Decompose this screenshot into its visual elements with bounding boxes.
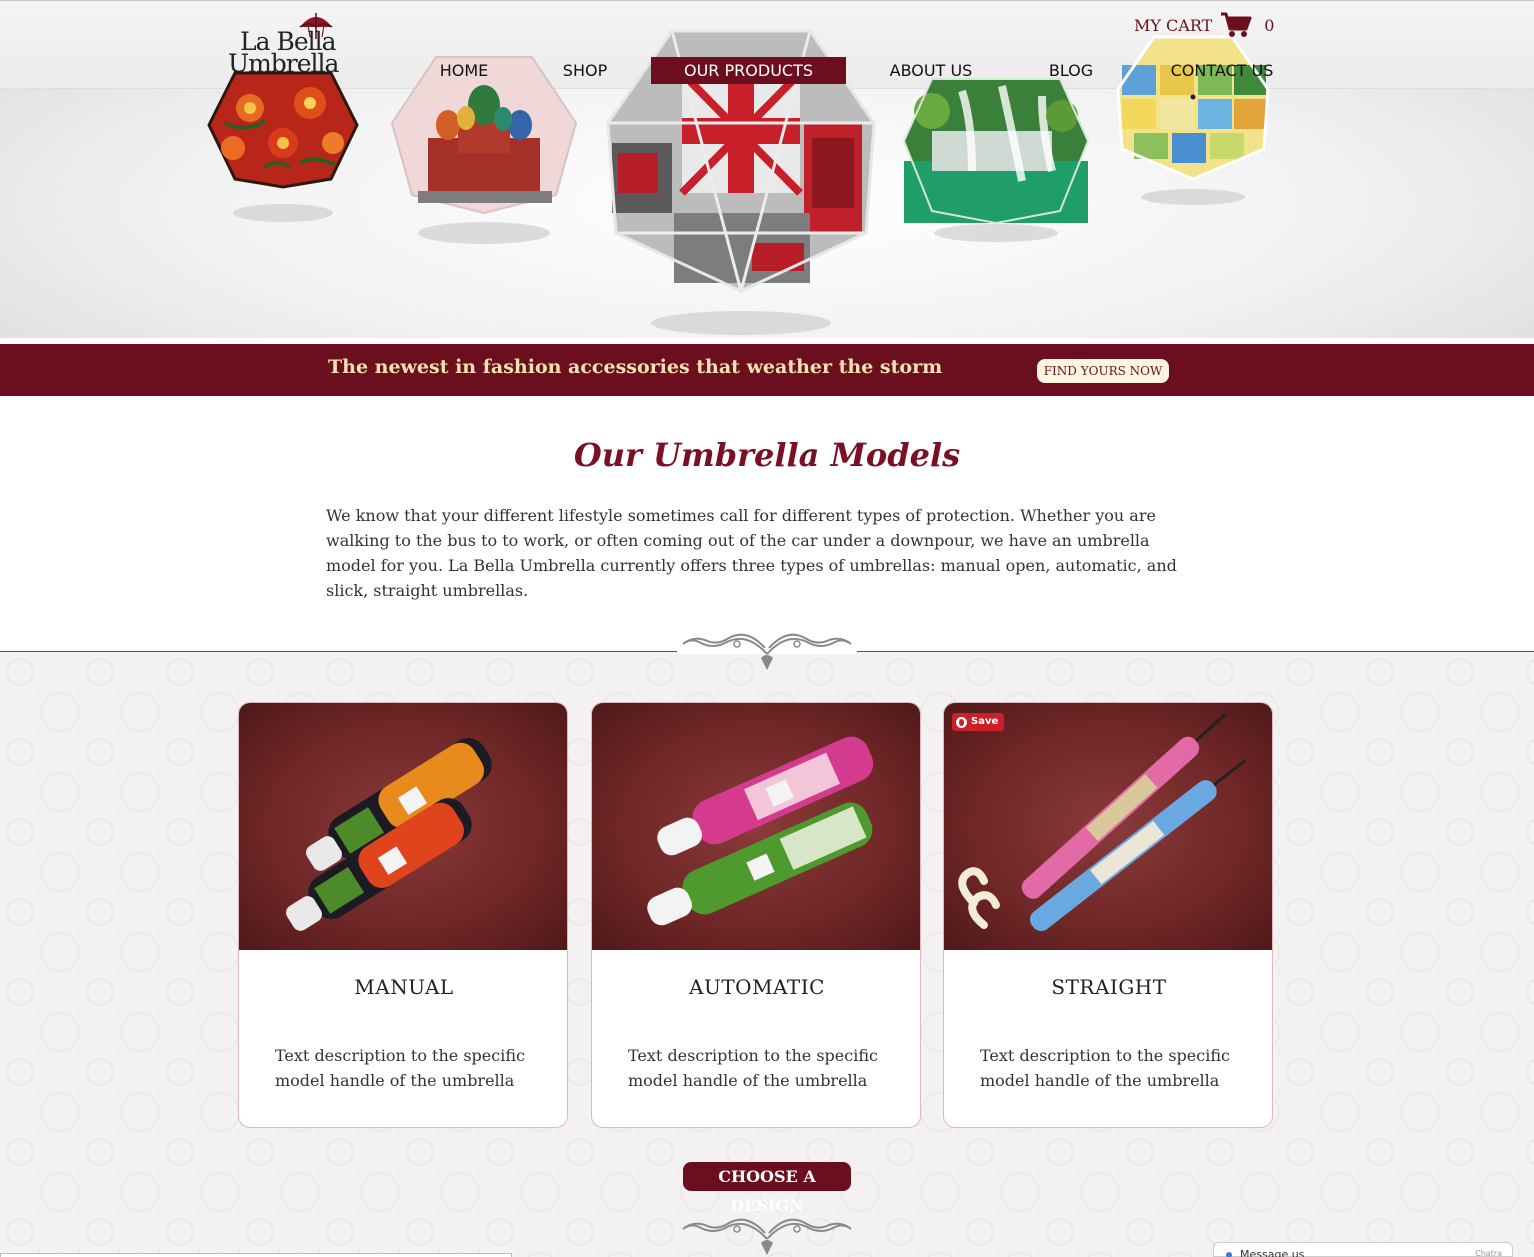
- cart-label: MY CART: [1134, 15, 1213, 35]
- chat-brand: Chatra: [1475, 1249, 1502, 1257]
- hero-umbrella-floral: [205, 63, 361, 233]
- nav-home[interactable]: HOME: [424, 57, 504, 84]
- hero-umbrella-waterfall: [902, 71, 1090, 251]
- pinterest-save-label: Save: [971, 716, 999, 727]
- logo-text-bottom: Umbrella: [228, 49, 339, 78]
- ornament-divider-top: [677, 628, 857, 672]
- nav-shop[interactable]: SHOP: [546, 57, 624, 84]
- banner-tagline: The newest in fashion accessories that w…: [328, 356, 943, 378]
- product-card-automatic[interactable]: AUTOMATIC Text description to the specif…: [591, 702, 921, 1128]
- nav-blog[interactable]: BLOG: [1034, 57, 1108, 84]
- site-logo[interactable]: La Bella Umbrella: [226, 11, 356, 78]
- bottom-left-widget[interactable]: [0, 1253, 512, 1257]
- card-description: Text description to the specific model h…: [275, 1046, 525, 1090]
- models-heading: Our Umbrella Models: [573, 436, 961, 474]
- card-title: STRAIGHT: [1051, 975, 1167, 999]
- pinterest-icon: [956, 716, 967, 728]
- straight-umbrella-image: [944, 703, 1272, 950]
- product-card-straight[interactable]: Save STRAIGHT Text description to the sp…: [943, 702, 1273, 1128]
- models-intro-text: We know that your different lifestyle so…: [326, 506, 1177, 600]
- automatic-umbrella-image: [592, 703, 920, 950]
- promo-banner: The newest in fashion accessories that w…: [0, 344, 1534, 396]
- nav-about-us[interactable]: ABOUT US: [874, 57, 988, 84]
- card-description: Text description to the specific model h…: [980, 1046, 1230, 1090]
- product-card-manual[interactable]: MANUAL Text description to the specific …: [238, 702, 568, 1128]
- shopping-cart-icon: [1220, 11, 1252, 39]
- card-title: AUTOMATIC: [689, 975, 825, 999]
- card-title: MANUAL: [354, 975, 454, 999]
- chat-label: Message us: [1240, 1248, 1305, 1257]
- cart-count: 0: [1264, 15, 1275, 35]
- chat-status-icon: [1226, 1252, 1232, 1257]
- manual-umbrella-image: [239, 703, 567, 950]
- hero-banner: La Bella Umbrella MY CART 0 HOME SHOP OU…: [0, 0, 1534, 338]
- nav-our-products[interactable]: OUR PRODUCTS: [651, 57, 846, 84]
- chat-widget[interactable]: Message us Chatra: [1213, 1242, 1513, 1257]
- nav-contact-us[interactable]: CONTACT US: [1158, 57, 1286, 84]
- pinterest-save-button[interactable]: Save: [952, 713, 1005, 731]
- cart-link[interactable]: MY CART 0: [1134, 7, 1274, 43]
- find-yours-now-button[interactable]: FIND YOURS NOW: [1037, 359, 1169, 383]
- choose-a-design-button[interactable]: CHOOSE A DESIGN: [683, 1162, 851, 1215]
- card-description: Text description to the specific model h…: [628, 1046, 878, 1090]
